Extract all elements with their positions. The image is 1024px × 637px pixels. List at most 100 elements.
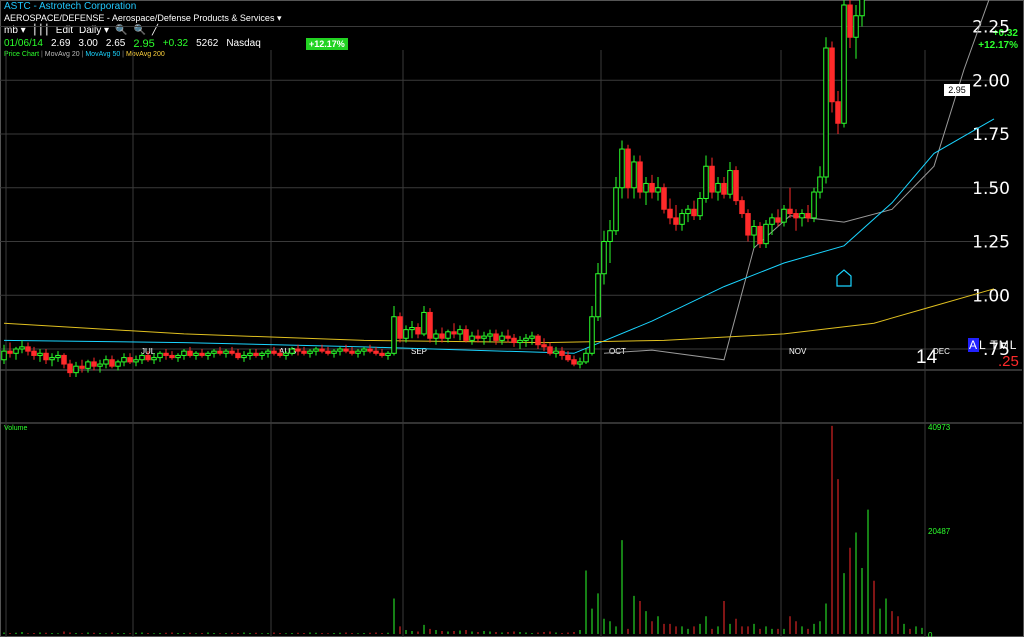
candle-body bbox=[271, 350, 277, 354]
candle-body bbox=[379, 352, 385, 356]
price-axis-tick: 2.25 bbox=[972, 18, 1010, 38]
candle-body bbox=[421, 311, 427, 335]
candle-body bbox=[463, 329, 469, 341]
candle-body bbox=[625, 148, 631, 189]
candle-body bbox=[331, 350, 337, 354]
candle-body bbox=[343, 348, 349, 352]
candle-body bbox=[79, 365, 85, 369]
candle-body bbox=[607, 230, 613, 242]
candle-body bbox=[151, 357, 157, 361]
candle-body bbox=[97, 363, 103, 367]
candle-body bbox=[31, 350, 37, 356]
candle-body bbox=[751, 225, 757, 236]
candle-body bbox=[133, 359, 139, 363]
candle-body bbox=[805, 213, 811, 219]
candle-body bbox=[217, 350, 223, 354]
volume-axis-tick: 20487 bbox=[928, 527, 951, 536]
candle-body bbox=[385, 352, 391, 356]
price-axis-tick: 1.25 bbox=[972, 233, 1010, 253]
ma-line-50 bbox=[3, 118, 995, 354]
candle-body bbox=[301, 350, 307, 354]
candle-body bbox=[451, 331, 457, 335]
candle-body bbox=[187, 350, 193, 356]
candle-body bbox=[715, 182, 721, 193]
candle-body bbox=[37, 352, 43, 356]
candle-body bbox=[859, 0, 865, 17]
candle-body bbox=[565, 354, 571, 361]
candle-body bbox=[139, 354, 145, 361]
candle-body bbox=[583, 352, 589, 363]
candle-body bbox=[781, 208, 787, 223]
candle-body bbox=[835, 101, 841, 124]
candle-body bbox=[367, 348, 373, 352]
year-label: 14 bbox=[916, 347, 938, 368]
candle-body bbox=[709, 165, 715, 193]
candle-body bbox=[229, 350, 235, 354]
candle-body bbox=[325, 350, 331, 354]
candle-body bbox=[253, 352, 259, 356]
candle-body bbox=[487, 333, 493, 337]
price-axis-tick: 2.00 bbox=[972, 71, 1010, 91]
candle-body bbox=[49, 357, 55, 361]
candle-body bbox=[655, 187, 661, 193]
candle-body bbox=[181, 350, 187, 356]
candle-body bbox=[457, 329, 463, 335]
candle-body bbox=[283, 352, 289, 356]
candle-body bbox=[361, 348, 367, 352]
candle-body bbox=[25, 346, 31, 352]
candle-body bbox=[541, 344, 547, 348]
candle-body bbox=[157, 352, 163, 359]
candle-body bbox=[847, 4, 853, 38]
candle-body bbox=[211, 350, 217, 354]
candle-body bbox=[529, 335, 535, 339]
candle-body bbox=[103, 359, 109, 365]
candle-body bbox=[511, 337, 517, 344]
candle-body bbox=[493, 333, 499, 341]
candle-body bbox=[793, 213, 799, 219]
candle-body bbox=[757, 225, 763, 245]
candle-body bbox=[685, 208, 691, 215]
candle-body bbox=[763, 223, 769, 245]
volume-axis-tick: 40973 bbox=[928, 423, 951, 432]
candle-body bbox=[223, 350, 229, 354]
ltml-label: L TML bbox=[979, 338, 1018, 352]
chart-svg[interactable]: 3.002.752.502.252.001.751.501.251.00.75J… bbox=[0, 0, 1024, 637]
candle-body bbox=[391, 316, 397, 354]
candle-body bbox=[775, 217, 781, 223]
candle-body bbox=[853, 15, 859, 38]
candle-body bbox=[13, 348, 19, 354]
candle-body bbox=[553, 350, 559, 354]
candle-body bbox=[679, 213, 685, 225]
candle-body bbox=[631, 161, 637, 189]
candle-body bbox=[787, 208, 793, 215]
candle-body bbox=[475, 335, 481, 339]
candle-body bbox=[427, 311, 433, 339]
candle-body bbox=[295, 348, 301, 352]
candle-body bbox=[799, 213, 805, 219]
candle-body bbox=[445, 331, 451, 339]
candle-body bbox=[205, 352, 211, 356]
candle-body bbox=[145, 354, 151, 361]
candle-body bbox=[469, 335, 475, 341]
candle-body bbox=[505, 335, 511, 339]
candle-body bbox=[355, 350, 361, 354]
month-tick-label: OCT bbox=[609, 347, 626, 356]
candle-body bbox=[265, 350, 271, 354]
candle-body bbox=[337, 348, 343, 352]
volume-label: Volume bbox=[4, 425, 27, 432]
candle-body bbox=[637, 161, 643, 193]
candle-body bbox=[745, 213, 751, 236]
candle-body bbox=[67, 363, 73, 374]
candle-body bbox=[823, 47, 829, 178]
candle-body bbox=[193, 352, 199, 356]
candle-body bbox=[127, 357, 133, 363]
candle-body bbox=[691, 208, 697, 217]
al-label: A bbox=[968, 338, 980, 352]
candle-body bbox=[247, 352, 253, 356]
candle-body bbox=[85, 361, 91, 369]
candle-body bbox=[697, 198, 703, 217]
candle-body bbox=[7, 350, 13, 354]
candle-body bbox=[829, 47, 835, 103]
candle-body bbox=[199, 352, 205, 356]
candle-body bbox=[115, 361, 121, 367]
